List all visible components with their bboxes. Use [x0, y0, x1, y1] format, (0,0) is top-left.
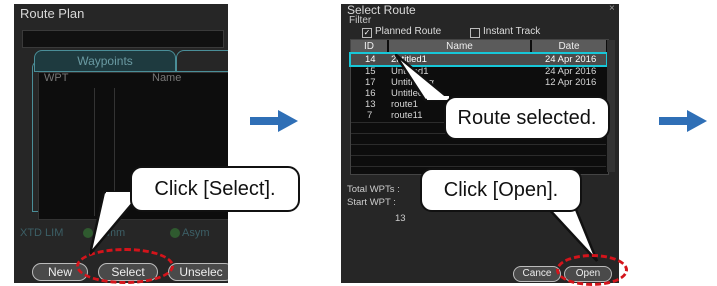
instant-track-checkbox[interactable]: [470, 28, 480, 38]
arrow-right-icon: [659, 110, 707, 132]
table-row[interactable]: 14 2ntitled1 24 Apr 2016: [349, 52, 608, 67]
callout-route-selected: Route selected.: [444, 96, 610, 140]
row-divider: [351, 155, 606, 156]
asymmetrical-radio[interactable]: [170, 228, 180, 238]
unselect-button[interactable]: Unselec: [168, 263, 228, 281]
col-header-name: Name: [389, 40, 530, 53]
start-wpt-label: Start WPT :: [347, 197, 396, 208]
close-icon[interactable]: ×: [609, 4, 615, 14]
planned-route-checkbox[interactable]: ✓: [362, 28, 372, 38]
instant-track-label: Instant Track: [483, 26, 541, 37]
xtd-lim-label: XTD LIM: [20, 227, 64, 239]
table-row[interactable]: 17 Untitled1α 12 Apr 2016: [351, 77, 606, 88]
cancel-button[interactable]: Cance: [513, 266, 561, 282]
callout-pointer: [395, 54, 455, 102]
row-id: 16: [365, 88, 376, 99]
total-wpts-label: Total WPTs :: [347, 184, 400, 195]
row-date: 12 Apr 2016: [545, 77, 597, 88]
table-row[interactable]: 15 Untitled1 24 Apr 2016: [351, 66, 606, 77]
row-id: 17: [365, 77, 376, 88]
row-name: route11: [391, 110, 423, 121]
highlight-ring-open: [556, 254, 628, 286]
row-id: 13: [365, 99, 376, 110]
row-date: 24 Apr 2016: [545, 66, 597, 77]
asymmetrical-label: Asym: [182, 227, 210, 239]
route-plan-title: Route Plan: [20, 6, 85, 21]
tab-secondary[interactable]: [176, 50, 228, 72]
start-wpt-value: 13: [395, 213, 406, 224]
col-header-date: Date: [532, 40, 606, 53]
col-header-wpt: WPT: [44, 72, 69, 84]
callout-click-open: Click [Open].: [420, 168, 582, 212]
tab-waypoints[interactable]: Waypoints: [34, 50, 176, 72]
row-divider: [351, 144, 606, 145]
callout-click-select: Click [Select].: [130, 166, 300, 212]
col-header-name: Name: [152, 72, 182, 84]
row-id: 14: [365, 54, 376, 65]
planned-route-label: Planned Route: [375, 26, 442, 37]
row-id: 7: [367, 110, 373, 121]
route-plan-route-field: [22, 30, 224, 48]
filter-label: Filter: [349, 15, 372, 26]
arrow-right-icon: [250, 110, 298, 132]
row-divider: [351, 166, 606, 167]
row-date: 24 Apr 2016: [545, 54, 597, 65]
row-id: 15: [365, 66, 376, 77]
col-header-id: ID: [351, 40, 387, 53]
